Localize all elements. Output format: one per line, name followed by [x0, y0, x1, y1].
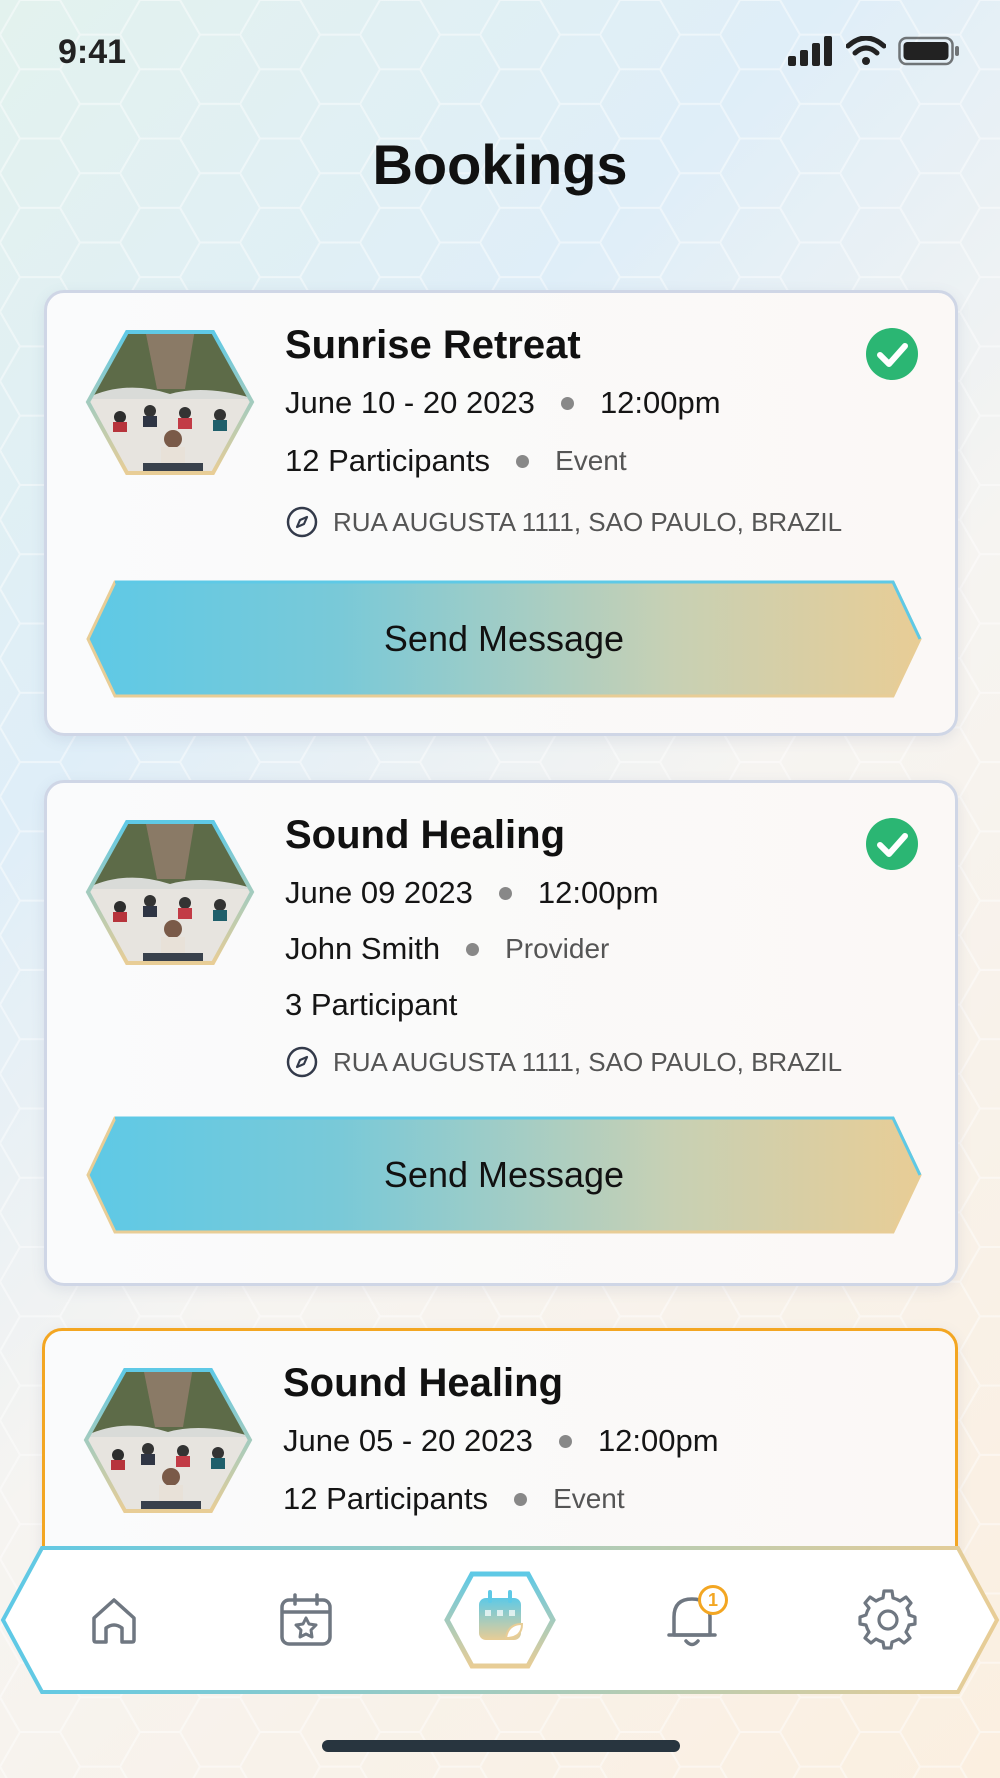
booking-participants-row: 3 Participant [285, 987, 457, 1023]
separator-dot [466, 942, 480, 956]
status-bar: 9:41 [0, 0, 1000, 110]
notification-count: 1 [707, 1589, 718, 1610]
booking-title: Sound Healing [283, 1361, 563, 1405]
send-message-label: Send Message [383, 1154, 625, 1195]
booking-date-row: June 10 - 20 2023 12:00pm [285, 385, 721, 421]
home-indicator [322, 1740, 680, 1752]
calendar-star-icon [280, 1593, 332, 1646]
wifi-icon [846, 36, 886, 65]
booking-thumbnail [83, 1368, 253, 1513]
booking-meta-row: 12 Participants Event [283, 1481, 625, 1517]
calendar-leaf-icon [444, 1571, 556, 1669]
nav-notifications[interactable]: 1 [640, 1545, 750, 1695]
booking-provider-name: John Smith [285, 931, 441, 966]
gear-icon [858, 1589, 917, 1650]
compass-icon [286, 506, 318, 538]
compass-icon [286, 1046, 318, 1078]
nav-settings[interactable] [838, 1545, 938, 1695]
booking-provider-role: Provider [505, 933, 610, 964]
home-icon [92, 1598, 136, 1644]
separator-dot [558, 1434, 572, 1448]
address-text: RUA AUGUSTA 1111, SAO PAULO, BRAZIL [333, 1046, 843, 1077]
address-text: RUA AUGUSTA 1111, SAO PAULO, BRAZIL [333, 506, 843, 537]
booking-type: Event [553, 1483, 625, 1514]
bottom-navigation: 1 [0, 1545, 1000, 1695]
status-icons [788, 36, 960, 66]
nav-events[interactable] [256, 1545, 356, 1695]
confirmed-check-icon [866, 328, 918, 380]
booking-address: RUA AUGUSTA 1111, SAO PAULO, BRAZIL [285, 1045, 842, 1079]
separator-dot [560, 396, 574, 410]
send-message-button[interactable]: Send Message [85, 1115, 923, 1235]
separator-dot [516, 454, 530, 468]
booking-meta-row: 12 Participants Event [285, 443, 627, 479]
nav-home[interactable] [64, 1545, 164, 1695]
cellular-signal-icon [788, 36, 832, 66]
booking-participants: 12 Participants [285, 443, 491, 478]
confirmed-check-icon [866, 818, 918, 870]
send-message-label: Send Message [383, 618, 625, 659]
booking-thumbnail [85, 820, 255, 965]
booking-title: Sound Healing [285, 813, 565, 857]
send-message-button[interactable]: Send Message [85, 579, 923, 699]
booking-date: June 09 2023 [285, 875, 473, 910]
booking-card[interactable]: Sound Healing June 09 2023 12:00pm John … [44, 780, 958, 1286]
booking-provider-row: John Smith Provider [285, 931, 609, 967]
booking-participants: 3 Participant [285, 987, 458, 1022]
booking-time: 12:00pm [597, 1423, 719, 1458]
separator-dot [498, 886, 512, 900]
booking-type: Event [555, 445, 627, 476]
status-time: 9:41 [58, 33, 127, 71]
booking-address: RUA AUGUSTA 1111, SAO PAULO, BRAZIL [285, 505, 842, 539]
booking-participants: 12 Participants [283, 1481, 489, 1516]
booking-date: June 10 - 20 2023 [285, 385, 535, 420]
booking-thumbnail [85, 330, 255, 475]
battery-icon [898, 36, 959, 66]
booking-title: Sunrise Retreat [285, 323, 581, 367]
notification-badge: 1 [698, 1585, 728, 1615]
booking-date-row: June 05 - 20 2023 12:00pm [283, 1423, 719, 1459]
booking-date-row: June 09 2023 12:00pm [285, 875, 659, 911]
booking-time: 12:00pm [537, 875, 659, 910]
booking-time: 12:00pm [599, 385, 721, 420]
booking-card[interactable]: Sunrise Retreat June 10 - 20 2023 12:00p… [44, 290, 958, 736]
separator-dot [514, 1492, 528, 1506]
page-title: Bookings [372, 133, 628, 196]
nav-bookings[interactable] [440, 1545, 560, 1695]
booking-date: June 05 - 20 2023 [283, 1423, 533, 1458]
